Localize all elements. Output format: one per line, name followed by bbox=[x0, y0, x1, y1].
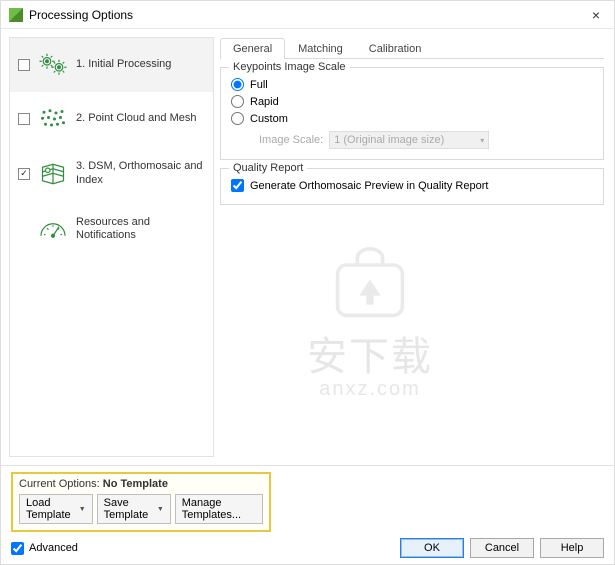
chevron-down-icon: ▾ bbox=[480, 136, 484, 145]
radio-custom-input[interactable] bbox=[231, 112, 244, 125]
tab-bar: General Matching Calibration bbox=[220, 37, 604, 59]
dropdown-arrow-icon: ▼ bbox=[157, 506, 164, 513]
image-scale-label: Image Scale: bbox=[259, 134, 323, 146]
window-titlebar: Processing Options × bbox=[1, 1, 614, 29]
sidebar-item-resources[interactable]: Resources and Notifications bbox=[10, 202, 213, 258]
sidebar-item-point-cloud[interactable]: 2. Point Cloud and Mesh bbox=[10, 92, 213, 146]
radio-label: Rapid bbox=[250, 96, 279, 108]
radio-rapid-input[interactable] bbox=[231, 95, 244, 108]
gauge-icon bbox=[38, 216, 68, 242]
app-icon bbox=[9, 8, 23, 22]
radio-custom[interactable]: Custom bbox=[231, 110, 593, 127]
sidebar-checkbox[interactable] bbox=[18, 113, 30, 125]
sidebar-item-label: Resources and Notifications bbox=[76, 216, 205, 244]
manage-templates-button[interactable]: Manage Templates... bbox=[175, 494, 263, 524]
quality-report-group: Quality Report Generate Orthomosaic Prev… bbox=[220, 168, 604, 205]
advanced-checkbox-row[interactable]: Advanced bbox=[11, 542, 78, 555]
radio-label: Custom bbox=[250, 113, 288, 125]
radio-rapid[interactable]: Rapid bbox=[231, 93, 593, 110]
radio-full-input[interactable] bbox=[231, 78, 244, 91]
map-layers-icon bbox=[38, 161, 68, 187]
dropdown-arrow-icon: ▼ bbox=[79, 506, 86, 513]
sidebar-item-label: 2. Point Cloud and Mesh bbox=[76, 112, 205, 126]
point-cloud-icon bbox=[38, 106, 68, 132]
bottom-bar: Current Options: No Template Load Templa… bbox=[1, 465, 614, 564]
window-title: Processing Options bbox=[29, 8, 586, 22]
sidebar-item-label: 3. DSM, Orthomosaic and Index bbox=[76, 160, 205, 188]
help-button[interactable]: Help bbox=[540, 538, 604, 558]
ok-button[interactable]: OK bbox=[400, 538, 464, 558]
sidebar-checkbox[interactable] bbox=[18, 59, 30, 71]
save-template-button[interactable]: Save Template▼ bbox=[97, 494, 171, 524]
sidebar: 1. Initial Processing 2. Point Cloud and… bbox=[9, 37, 214, 457]
current-options-label: Current Options: No Template bbox=[19, 478, 263, 490]
sidebar-item-label: 1. Initial Processing bbox=[76, 58, 205, 72]
sidebar-item-initial-processing[interactable]: 1. Initial Processing bbox=[10, 38, 213, 92]
cancel-button[interactable]: Cancel bbox=[470, 538, 534, 558]
tab-general[interactable]: General bbox=[220, 38, 285, 59]
radio-full[interactable]: Full bbox=[231, 76, 593, 93]
quality-report-legend: Quality Report bbox=[229, 162, 307, 174]
load-template-button[interactable]: Load Template▼ bbox=[19, 494, 93, 524]
close-button[interactable]: × bbox=[586, 7, 606, 23]
checkbox-label: Generate Orthomosaic Preview in Quality … bbox=[250, 180, 488, 192]
image-scale-value: 1 (Original image size) bbox=[334, 134, 444, 146]
sidebar-checkbox[interactable]: ✓ bbox=[18, 168, 30, 180]
radio-label: Full bbox=[250, 79, 268, 91]
sidebar-item-dsm-ortho[interactable]: ✓ 3. DSM, Orthomosaic and Index bbox=[10, 146, 213, 202]
tab-matching[interactable]: Matching bbox=[285, 38, 356, 59]
current-options-value: No Template bbox=[103, 478, 168, 490]
advanced-checkbox[interactable] bbox=[11, 542, 24, 555]
content-panel: General Matching Calibration Keypoints I… bbox=[214, 29, 614, 465]
keypoints-group: Keypoints Image Scale Full Rapid Custom … bbox=[220, 67, 604, 160]
template-box: Current Options: No Template Load Templa… bbox=[11, 472, 271, 532]
advanced-label: Advanced bbox=[29, 542, 78, 554]
keypoints-legend: Keypoints Image Scale bbox=[229, 61, 350, 73]
image-scale-select: 1 (Original image size) ▾ bbox=[329, 131, 489, 149]
generate-ortho-checkbox[interactable] bbox=[231, 179, 244, 192]
generate-ortho-preview[interactable]: Generate Orthomosaic Preview in Quality … bbox=[231, 177, 593, 194]
tab-calibration[interactable]: Calibration bbox=[356, 38, 435, 59]
gears-icon bbox=[38, 52, 68, 78]
